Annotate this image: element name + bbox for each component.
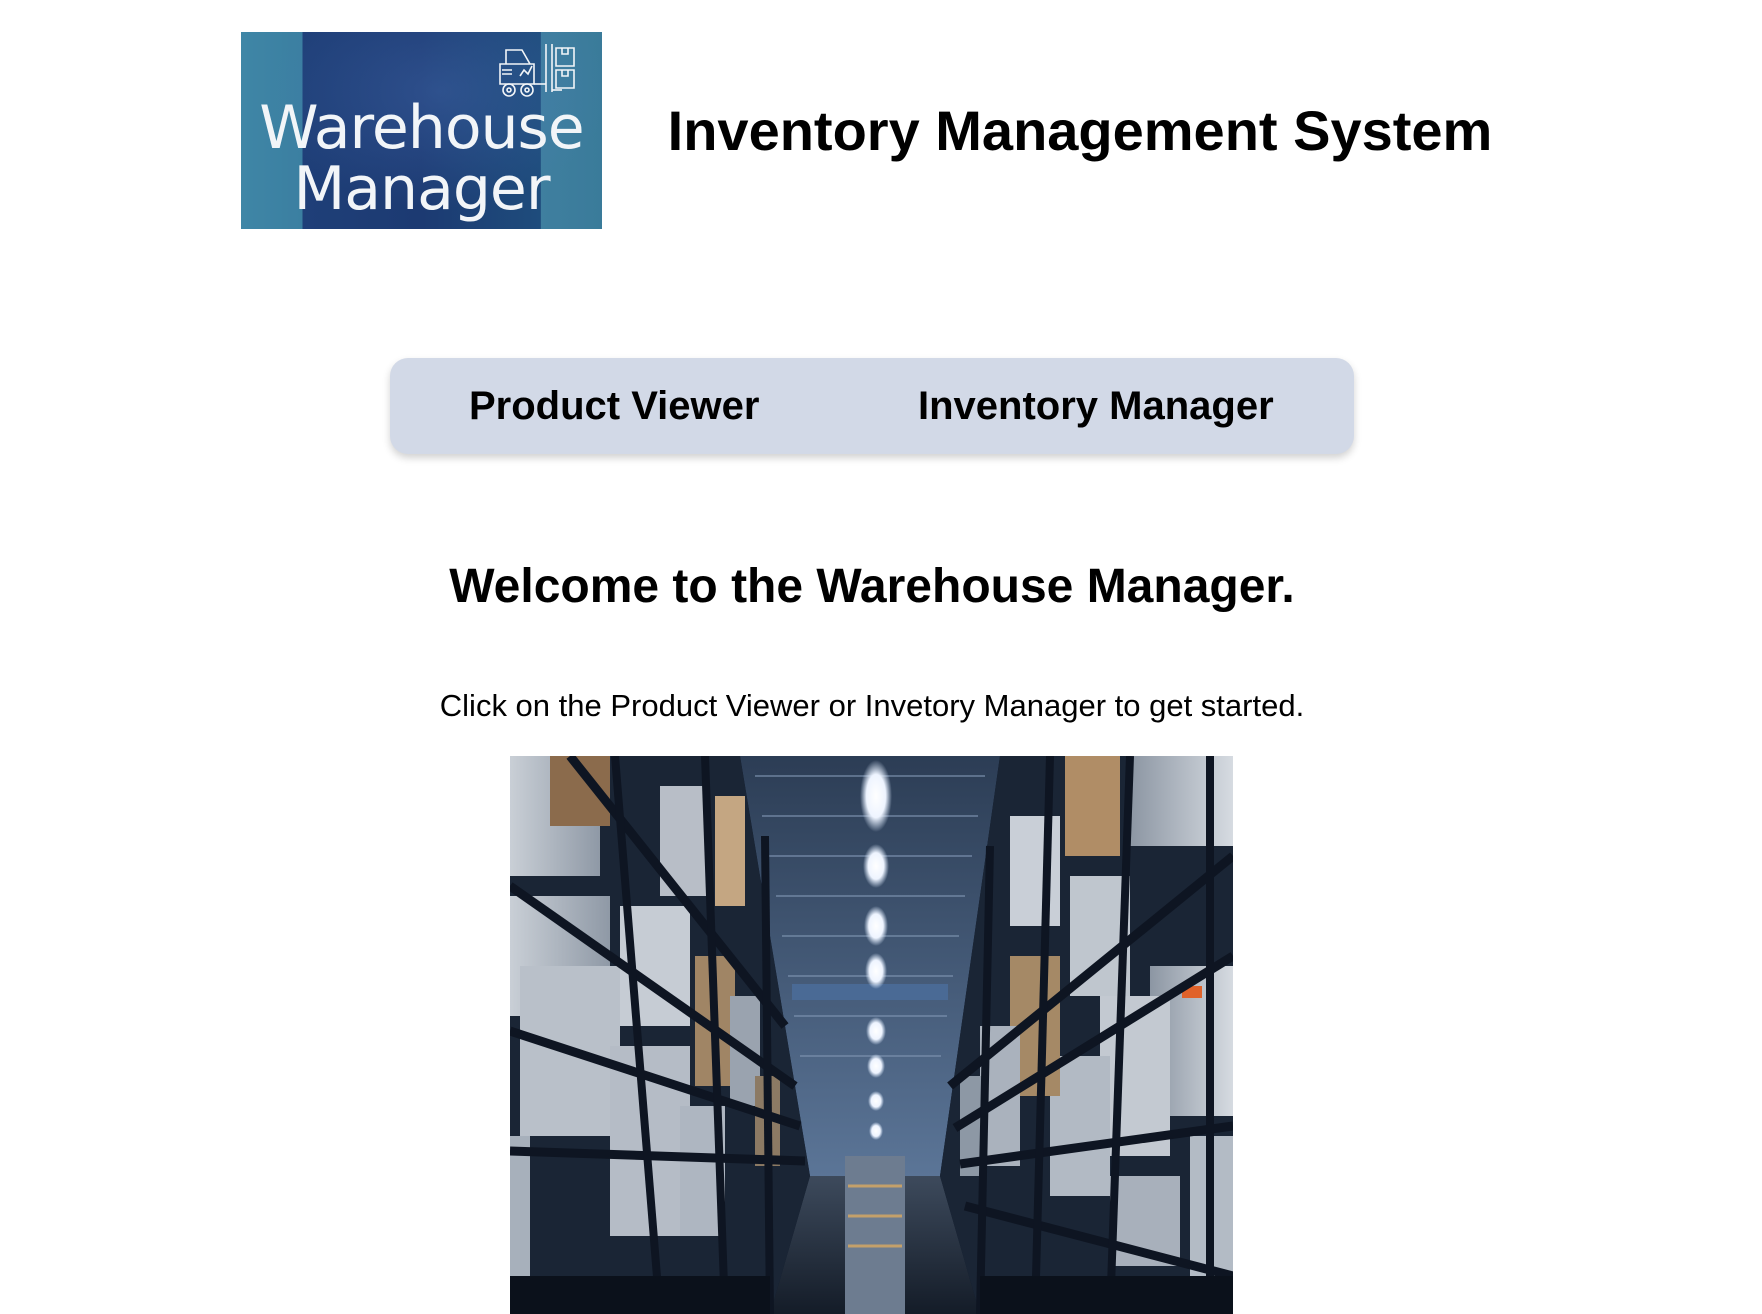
main-navigation: Product Viewer Inventory Manager <box>390 358 1354 454</box>
nav-product-viewer[interactable]: Product Viewer <box>469 358 759 454</box>
instructions-text: Click on the Product Viewer or Invetory … <box>439 688 1305 723</box>
logo-line-2: Manager <box>293 154 551 224</box>
nav-inventory-manager[interactable]: Inventory Manager <box>918 358 1274 454</box>
welcome-heading: Welcome to the Warehouse Manager. <box>449 560 1295 613</box>
page-title: Inventory Management System <box>667 99 1493 162</box>
warehouse-aisle-image <box>510 756 1233 1314</box>
page: Warehouse Manager Inventory Management S… <box>0 0 1762 1314</box>
warehouse-manager-logo: Warehouse Manager <box>241 32 602 229</box>
